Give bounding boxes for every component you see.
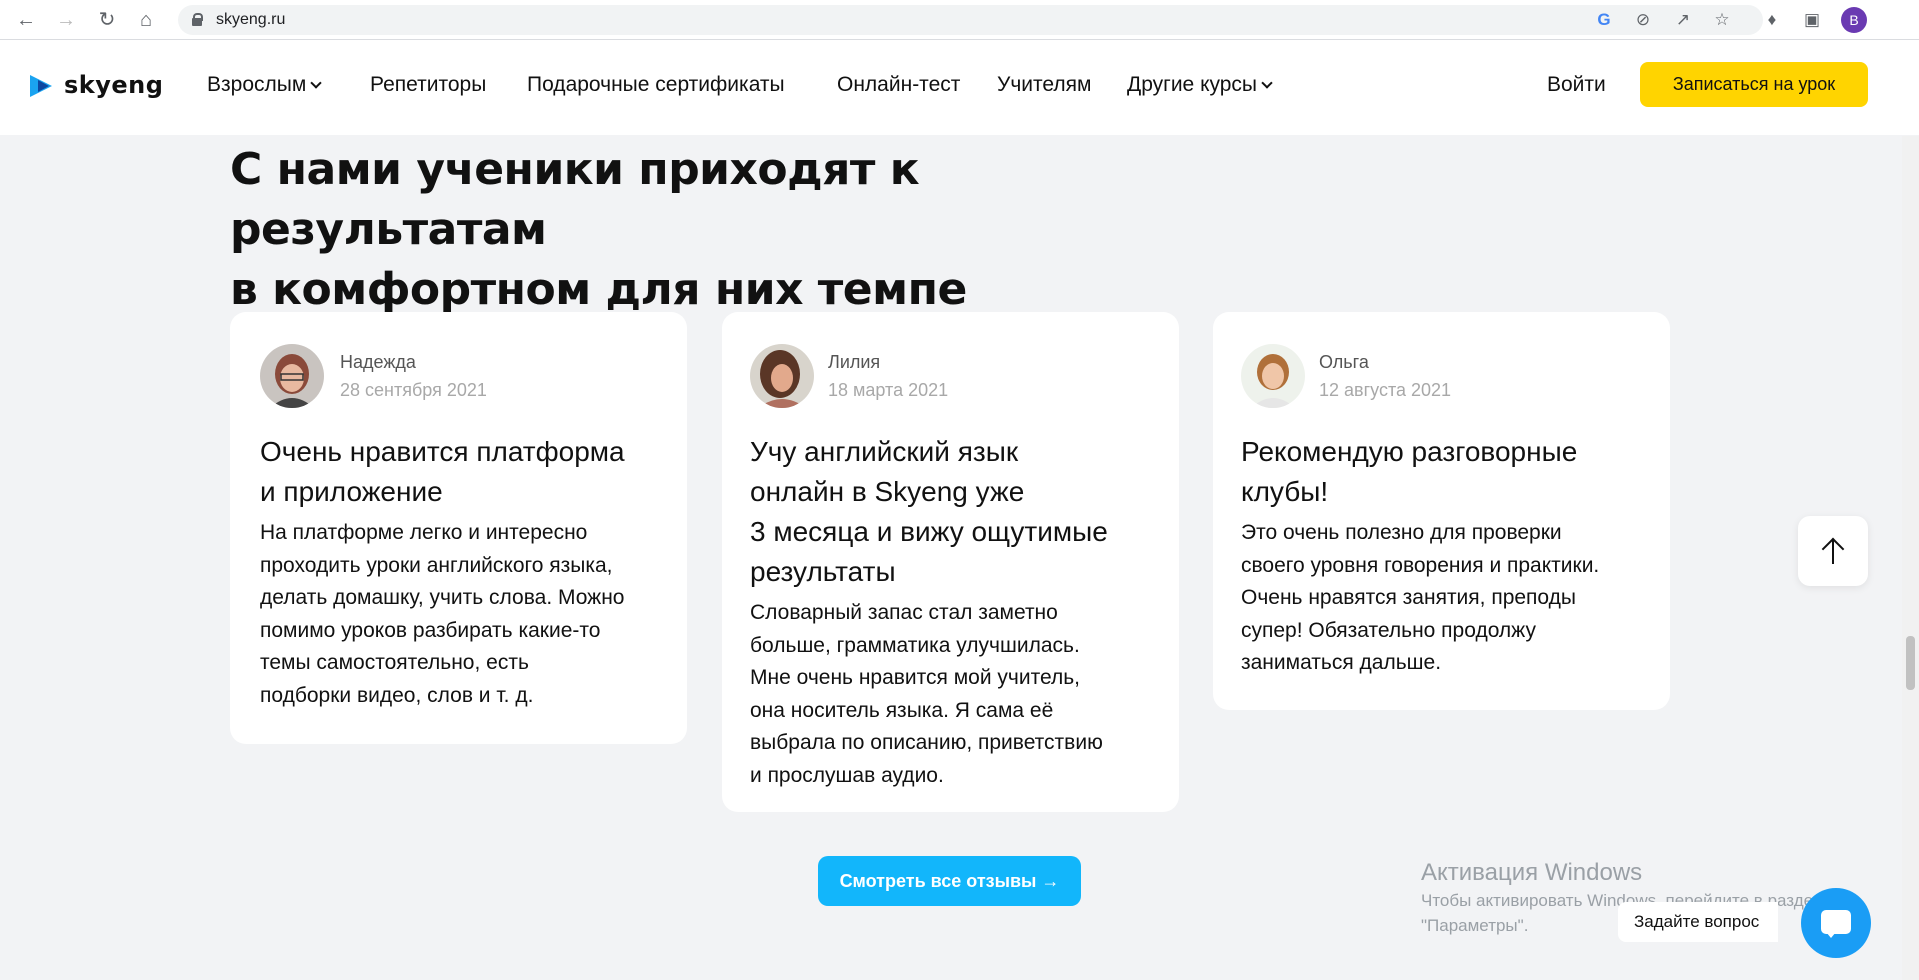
reviewer-name: Лилия (828, 352, 881, 372)
chat-icon (1821, 910, 1851, 938)
review-text: Словарный запас стал заметно больше, гра… (750, 601, 1103, 787)
review-title: Очень нравится платформа и приложение (260, 436, 625, 507)
chevron-down-icon (310, 77, 322, 89)
avatar (260, 344, 324, 408)
menu-gift-certificates[interactable]: Подарочные сертификаты (527, 70, 785, 100)
home-icon[interactable]: ⌂ (134, 8, 158, 32)
eye-off-icon[interactable]: ⊘ (1632, 9, 1654, 31)
star-icon[interactable]: ☆ (1711, 9, 1733, 31)
google-icon[interactable]: G (1593, 9, 1615, 31)
extensions-icon[interactable]: ♦ (1761, 9, 1783, 31)
browser-toolbar: ← → ↻ ⌂ skyeng.ru G ⊘ ↗ ☆ ♦ ▣ B (0, 0, 1919, 40)
ask-question-label[interactable]: Задайте вопрос (1618, 902, 1778, 942)
reviewer-name: Надежда (340, 352, 416, 372)
menu-other-courses[interactable]: Другие курсы (1127, 70, 1273, 100)
review-title: Рекомендую разговорные клубы! (1241, 436, 1578, 507)
menu-teachers[interactable]: Учителям (997, 70, 1091, 100)
review-text: На платформе легко и интересно проходить… (260, 521, 625, 707)
all-reviews-button[interactable]: Смотреть все отзывы → (818, 856, 1081, 906)
review-text: Это очень полезно для проверки своего ур… (1241, 521, 1600, 674)
review-title: Учу английский язык онлайн в Skyeng уже … (750, 436, 1108, 587)
review-card: Лилия 18 марта 2021 Учу английский язык … (722, 312, 1179, 812)
sidepanel-icon[interactable]: ▣ (1801, 9, 1823, 31)
back-icon[interactable]: ← (14, 8, 38, 32)
login-link[interactable]: Войти (1547, 70, 1606, 100)
chevron-down-icon (1261, 77, 1273, 89)
menu-online-test[interactable]: Онлайн-тест (837, 70, 960, 100)
review-date: 18 марта 2021 (828, 380, 949, 400)
menu-adults[interactable]: Взрослым (207, 70, 322, 100)
reviewer-name: Ольга (1319, 352, 1369, 372)
review-date: 28 сентября 2021 (340, 380, 487, 400)
review-date: 12 августа 2021 (1319, 380, 1452, 400)
scroll-to-top-button[interactable] (1798, 516, 1868, 586)
reload-icon[interactable]: ↻ (95, 8, 119, 32)
skyeng-logo[interactable]: skyeng (30, 71, 190, 100)
forward-icon[interactable]: → (54, 8, 78, 32)
url-text: skyeng.ru (216, 11, 286, 28)
share-icon[interactable]: ↗ (1672, 9, 1694, 31)
review-card: Надежда 28 сентября 2021 Очень нравится … (230, 312, 687, 744)
chat-button[interactable] (1801, 888, 1871, 958)
review-card: Ольга 12 августа 2021 Рекомендую разгово… (1213, 312, 1670, 710)
page-title: С нами ученики приходят к результатам в … (230, 144, 967, 315)
avatar (1241, 344, 1305, 408)
signup-lesson-button[interactable]: Записаться на урок (1640, 62, 1868, 107)
lock-icon[interactable] (192, 13, 203, 26)
profile-avatar[interactable]: B (1841, 7, 1867, 33)
scrollbar-thumb[interactable] (1906, 636, 1915, 690)
page-scrollbar[interactable] (1902, 136, 1919, 980)
address-bar[interactable]: skyeng.ru (178, 5, 1763, 35)
avatar (750, 344, 814, 408)
menu-tutors[interactable]: Репетиторы (370, 70, 486, 100)
